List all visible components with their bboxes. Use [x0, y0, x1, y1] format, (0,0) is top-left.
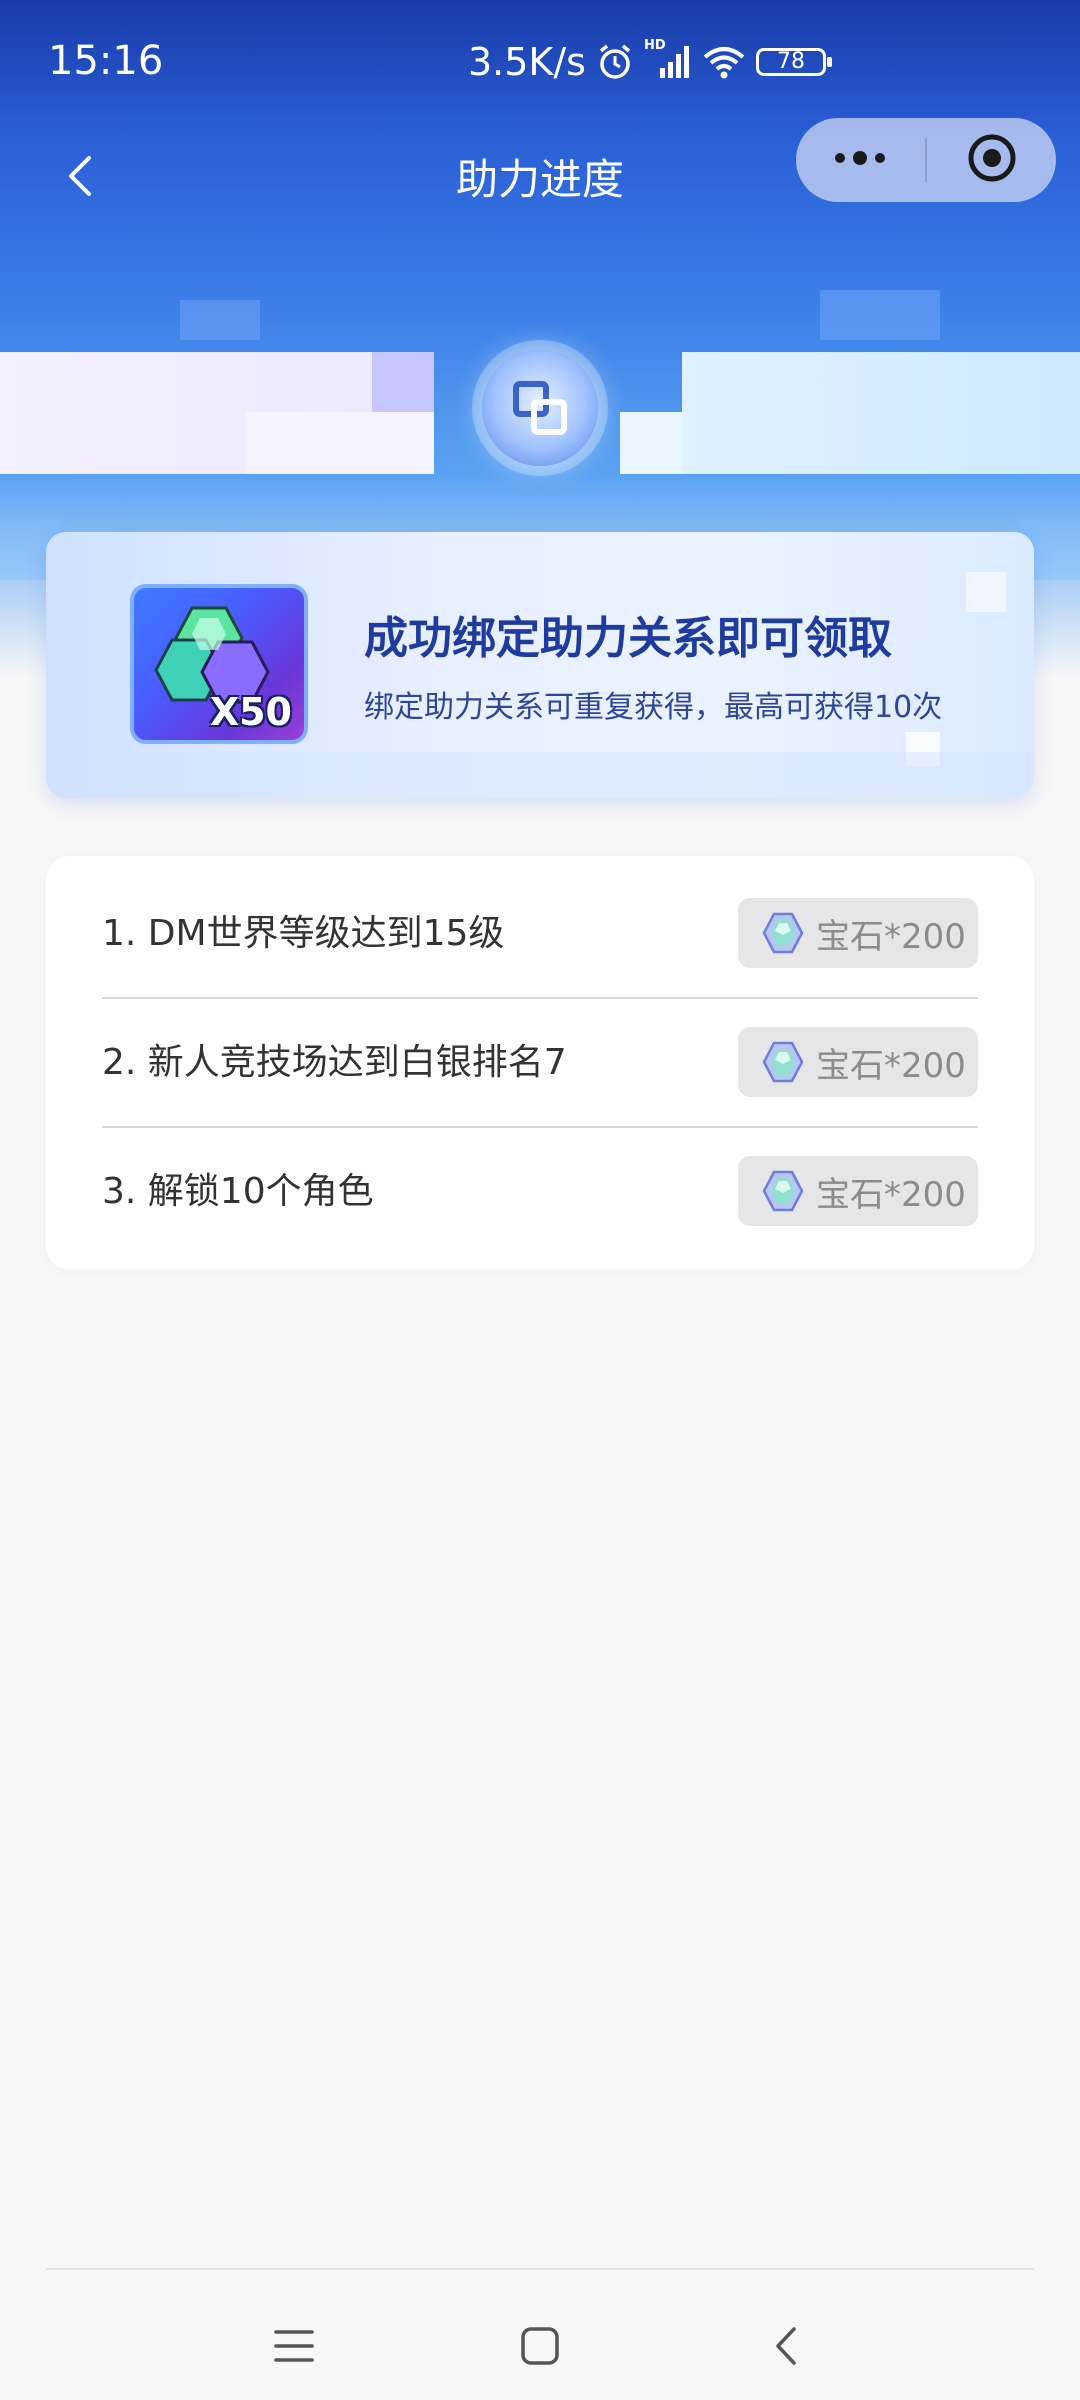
close-button[interactable]	[927, 118, 1056, 202]
task-reward-text: 宝石*200	[816, 916, 966, 957]
task-row: 2. 新人竞技场达到白银排名7 宝石*200	[102, 985, 978, 1113]
status-indicators: 3.5K/s HD 78	[468, 38, 832, 84]
signal-icon: HD	[644, 38, 692, 80]
system-navigation-bar	[0, 2268, 1080, 2400]
gem-bundle-icon: X50	[130, 584, 308, 744]
back-button[interactable]	[40, 138, 120, 218]
bottom-divider	[46, 2268, 1034, 2270]
more-button[interactable]	[796, 118, 924, 202]
back-triangle-icon	[772, 2326, 800, 2370]
reward-title: 成功绑定助力关系即可领取	[364, 613, 892, 664]
reward-subtitle: 绑定助力关系可重复获得，最高可获得10次	[364, 690, 943, 725]
battery-icon: 78	[755, 48, 832, 76]
task-reward-badge: 宝石*200	[738, 898, 978, 968]
gem-icon	[762, 1170, 804, 1212]
gem-icon	[762, 912, 804, 954]
recent-apps-button[interactable]	[254, 2308, 334, 2388]
task-row: 1. DM世界等级达到15级 宝石*200	[102, 856, 978, 984]
more-dots-icon	[832, 150, 888, 170]
decor-block	[682, 352, 1080, 474]
home-button[interactable]	[500, 2308, 580, 2388]
task-row: 3. 解锁10个角色 宝石*200	[102, 1114, 978, 1242]
network-badge: HD	[643, 38, 666, 53]
home-square-icon	[520, 2326, 560, 2370]
gem-icon	[762, 1041, 804, 1083]
menu-icon	[274, 2328, 314, 2368]
link-logo-icon	[482, 350, 598, 466]
status-time: 15:16	[48, 38, 164, 84]
alarm-icon	[596, 43, 634, 81]
task-list: 1. DM世界等级达到15级 宝石*200 2. 新人竞技场达到白银排名7 宝石…	[46, 856, 1034, 1270]
system-back-button[interactable]	[746, 2308, 826, 2388]
decor-block	[372, 352, 434, 412]
task-reward-badge: 宝石*200	[738, 1156, 978, 1226]
task-reward-text: 宝石*200	[816, 1174, 966, 1215]
task-label: 3. 解锁10个角色	[102, 1171, 374, 1212]
task-reward-text: 宝石*200	[816, 1045, 966, 1086]
decor-block	[246, 412, 434, 474]
reward-banner: X50 成功绑定助力关系即可领取 绑定助力关系可重复获得，最高可获得10次	[46, 532, 1034, 798]
status-bar: 15:16 3.5K/s HD 78	[0, 0, 1080, 120]
network-speed: 3.5K/s	[468, 40, 586, 84]
wifi-icon	[702, 45, 746, 79]
decor-block	[180, 300, 260, 340]
chevron-left-icon	[65, 154, 95, 202]
decor-block	[620, 412, 682, 474]
task-reward-badge: 宝石*200	[738, 1027, 978, 1097]
mini-program-capsule	[796, 118, 1056, 202]
decor-block	[46, 752, 1034, 798]
decor-block	[966, 572, 1006, 612]
target-close-icon	[966, 132, 1018, 188]
reward-quantity: X50	[209, 690, 292, 734]
decor-block	[820, 290, 940, 340]
